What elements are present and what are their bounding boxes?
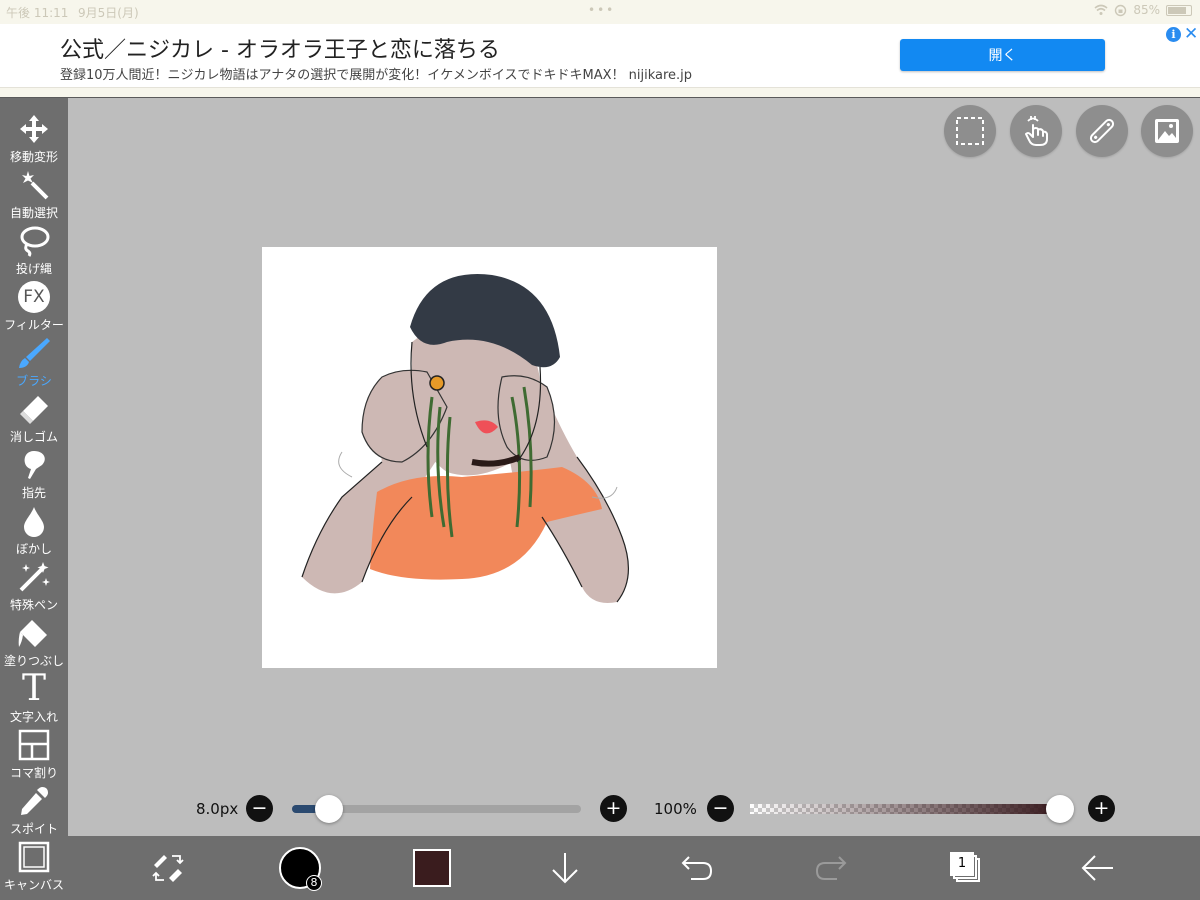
drawing-canvas[interactable]	[262, 247, 717, 668]
tool-blur[interactable]: ぼかし	[0, 502, 68, 558]
tool-text[interactable]: T 文字入れ	[0, 670, 68, 726]
ad-title[interactable]: 公式／ニジカレ - オラオラ王子と恋に落ちる	[60, 32, 500, 64]
tool-canvas[interactable]: キャンバス	[0, 838, 68, 894]
back-button[interactable]	[1080, 836, 1116, 900]
image-material-icon	[1155, 119, 1179, 143]
canvas-icon	[16, 840, 52, 874]
ad-close-icon[interactable]: ✕	[1184, 24, 1198, 44]
rotation-lock-icon	[1115, 4, 1127, 16]
battery-percent: 85%	[1133, 3, 1160, 17]
left-toolbar: 移動変形 自動選択 投げ縄 FX フィルター ブラシ 消しゴム 指先 ぼかし 特…	[0, 98, 68, 900]
color-picker-button[interactable]	[412, 836, 452, 900]
blur-drop-icon	[16, 504, 52, 538]
ruler-button[interactable]	[1076, 105, 1128, 157]
tool-label: 消しゴム	[9, 430, 58, 444]
tool-panel-split[interactable]: コマ割り	[0, 726, 68, 782]
tool-move-transform[interactable]: 移動変形	[0, 110, 68, 166]
eyedropper-icon	[16, 784, 52, 818]
opacity-plus-button[interactable]: +	[1088, 795, 1115, 822]
eraser-icon	[16, 392, 52, 426]
download-button[interactable]	[548, 836, 582, 900]
selection-icon	[956, 117, 984, 145]
arrow-down-icon	[552, 853, 578, 884]
layers-button[interactable]: 1	[948, 836, 984, 900]
brush-size-label: 8.0px	[196, 800, 239, 818]
tool-label: コマ割り	[9, 766, 58, 780]
tool-label: 移動変形	[9, 150, 58, 164]
tool-label: フィルター	[4, 318, 64, 332]
ad-separator	[0, 88, 1200, 98]
tool-label: 指先	[21, 486, 46, 500]
bottom-toolbar: 8 1	[68, 836, 1200, 900]
tool-eraser[interactable]: 消しゴム	[0, 390, 68, 446]
tool-label: 特殊ペン	[9, 598, 58, 612]
ad-description[interactable]: 登録10万人間近！ニジカレ物語はアナタの選択で展開が変化！イケメンボイスでドキド…	[60, 64, 692, 83]
special-pen-icon	[16, 560, 52, 594]
tool-filter[interactable]: FX フィルター	[0, 278, 68, 334]
text-icon-glyph: T	[21, 668, 46, 709]
brush-size-preview[interactable]: 8	[277, 836, 323, 900]
wifi-icon	[1094, 4, 1108, 15]
artwork-sketch	[301, 274, 630, 603]
tool-finger[interactable]: 指先	[0, 446, 68, 502]
material-button[interactable]	[1141, 105, 1193, 157]
status-bar: 午後 11:11 9月5日(月) ••• 85%	[0, 0, 1200, 24]
ad-open-button[interactable]: 開く	[900, 39, 1105, 71]
brush-eraser-swap-icon	[152, 855, 184, 882]
arrow-left-icon	[1081, 855, 1113, 881]
tool-label: ブラシ	[16, 374, 52, 388]
layer-count: 1	[950, 852, 974, 876]
tool-fill[interactable]: 塗りつぶし	[0, 614, 68, 670]
redo-button[interactable]	[814, 836, 848, 900]
layers-icon: 1	[950, 852, 982, 884]
tool-lasso[interactable]: 投げ縄	[0, 222, 68, 278]
hand-touch-icon	[1025, 116, 1048, 146]
undo-icon	[681, 856, 713, 880]
opacity-minus-button[interactable]: −	[707, 795, 734, 822]
tool-label: 自動選択	[9, 206, 58, 220]
magic-wand-icon	[16, 168, 52, 202]
current-color-swatch	[413, 849, 451, 887]
tool-label: 投げ縄	[15, 262, 52, 276]
status-date: 9月5日(月)	[78, 6, 139, 20]
opacity-label: 100%	[654, 800, 697, 818]
fill-bucket-icon	[16, 616, 52, 650]
status-time: 午後 11:11	[6, 6, 69, 20]
brush-size-thumb[interactable]	[315, 795, 343, 823]
tool-label: キャンバス	[3, 878, 64, 892]
fx-icon-text: FX	[18, 281, 50, 313]
selection-button[interactable]	[944, 105, 996, 157]
finger-icon	[16, 448, 52, 482]
brush-dot-icon: 8	[279, 847, 322, 891]
brush-size-plus-button[interactable]: +	[600, 795, 627, 822]
panel-split-icon	[16, 728, 52, 762]
ad-banner[interactable]: 公式／ニジカレ - オラオラ王子と恋に落ちる 登録10万人間近！ニジカレ物語はア…	[0, 24, 1200, 88]
text-icon: T	[16, 668, 52, 709]
ad-info-icon[interactable]: i	[1166, 27, 1181, 42]
tool-label: ぼかし	[15, 542, 52, 556]
battery-icon	[1166, 4, 1192, 16]
system-indicators: 85%	[1094, 3, 1192, 17]
tool-label: 塗りつぶし	[3, 654, 65, 668]
tool-label: 文字入れ	[9, 710, 58, 724]
tool-eyedropper[interactable]: スポイト	[0, 782, 68, 838]
brush-icon	[16, 336, 52, 370]
multitasking-dots-icon[interactable]: •••	[588, 3, 615, 17]
fx-icon: FX	[16, 280, 52, 314]
ruler-icon	[1089, 118, 1115, 144]
undo-button[interactable]	[680, 836, 714, 900]
redo-icon	[815, 856, 847, 880]
hand-button[interactable]	[1010, 105, 1062, 157]
opacity-thumb[interactable]	[1046, 795, 1074, 823]
tool-switch-button[interactable]	[148, 836, 188, 900]
tool-special-pen[interactable]: 特殊ペン	[0, 558, 68, 614]
move-icon	[16, 112, 52, 146]
lasso-icon	[16, 224, 52, 258]
tool-auto-select[interactable]: 自動選択	[0, 166, 68, 222]
tool-brush[interactable]: ブラシ	[0, 334, 68, 390]
brush-size-minus-button[interactable]: −	[246, 795, 273, 822]
tool-label: スポイト	[9, 822, 58, 836]
opacity-track[interactable]	[750, 804, 1062, 814]
brush-size-badge: 8	[306, 875, 322, 891]
